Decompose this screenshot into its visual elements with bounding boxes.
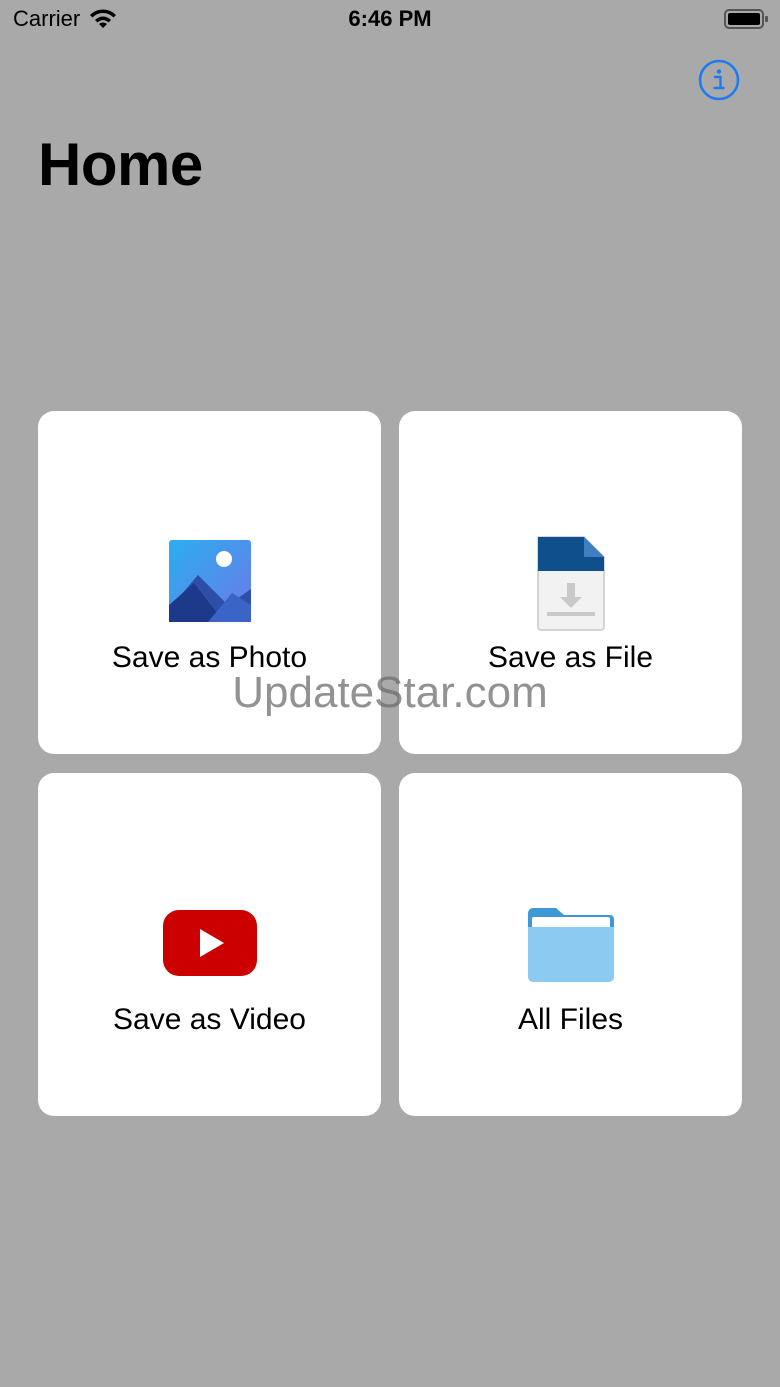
page-title: Home (38, 131, 203, 198)
photo-icon (168, 540, 251, 622)
info-circle-icon (698, 59, 740, 101)
battery-icon (724, 9, 768, 29)
youtube-play-icon (162, 910, 257, 976)
info-button[interactable] (697, 58, 741, 102)
all-files-tile[interactable]: All Files (399, 773, 742, 1116)
status-time: 6:46 PM (348, 6, 432, 31)
status-bar: Carrier 6:46 PM (0, 0, 780, 40)
save-as-photo-label: Save as Photo (111, 641, 308, 674)
folder-icon (527, 908, 614, 982)
all-files-label: All Files (517, 1003, 623, 1036)
save-as-file-label: Save as File (487, 641, 654, 674)
save-as-file-tile[interactable]: Save as File (399, 411, 742, 754)
save-as-video-tile[interactable]: Save as Video (38, 773, 381, 1116)
save-as-video-label: Save as Video (113, 1003, 306, 1036)
save-as-photo-tile[interactable]: Save as Photo (38, 411, 381, 754)
file-download-icon (536, 536, 605, 631)
